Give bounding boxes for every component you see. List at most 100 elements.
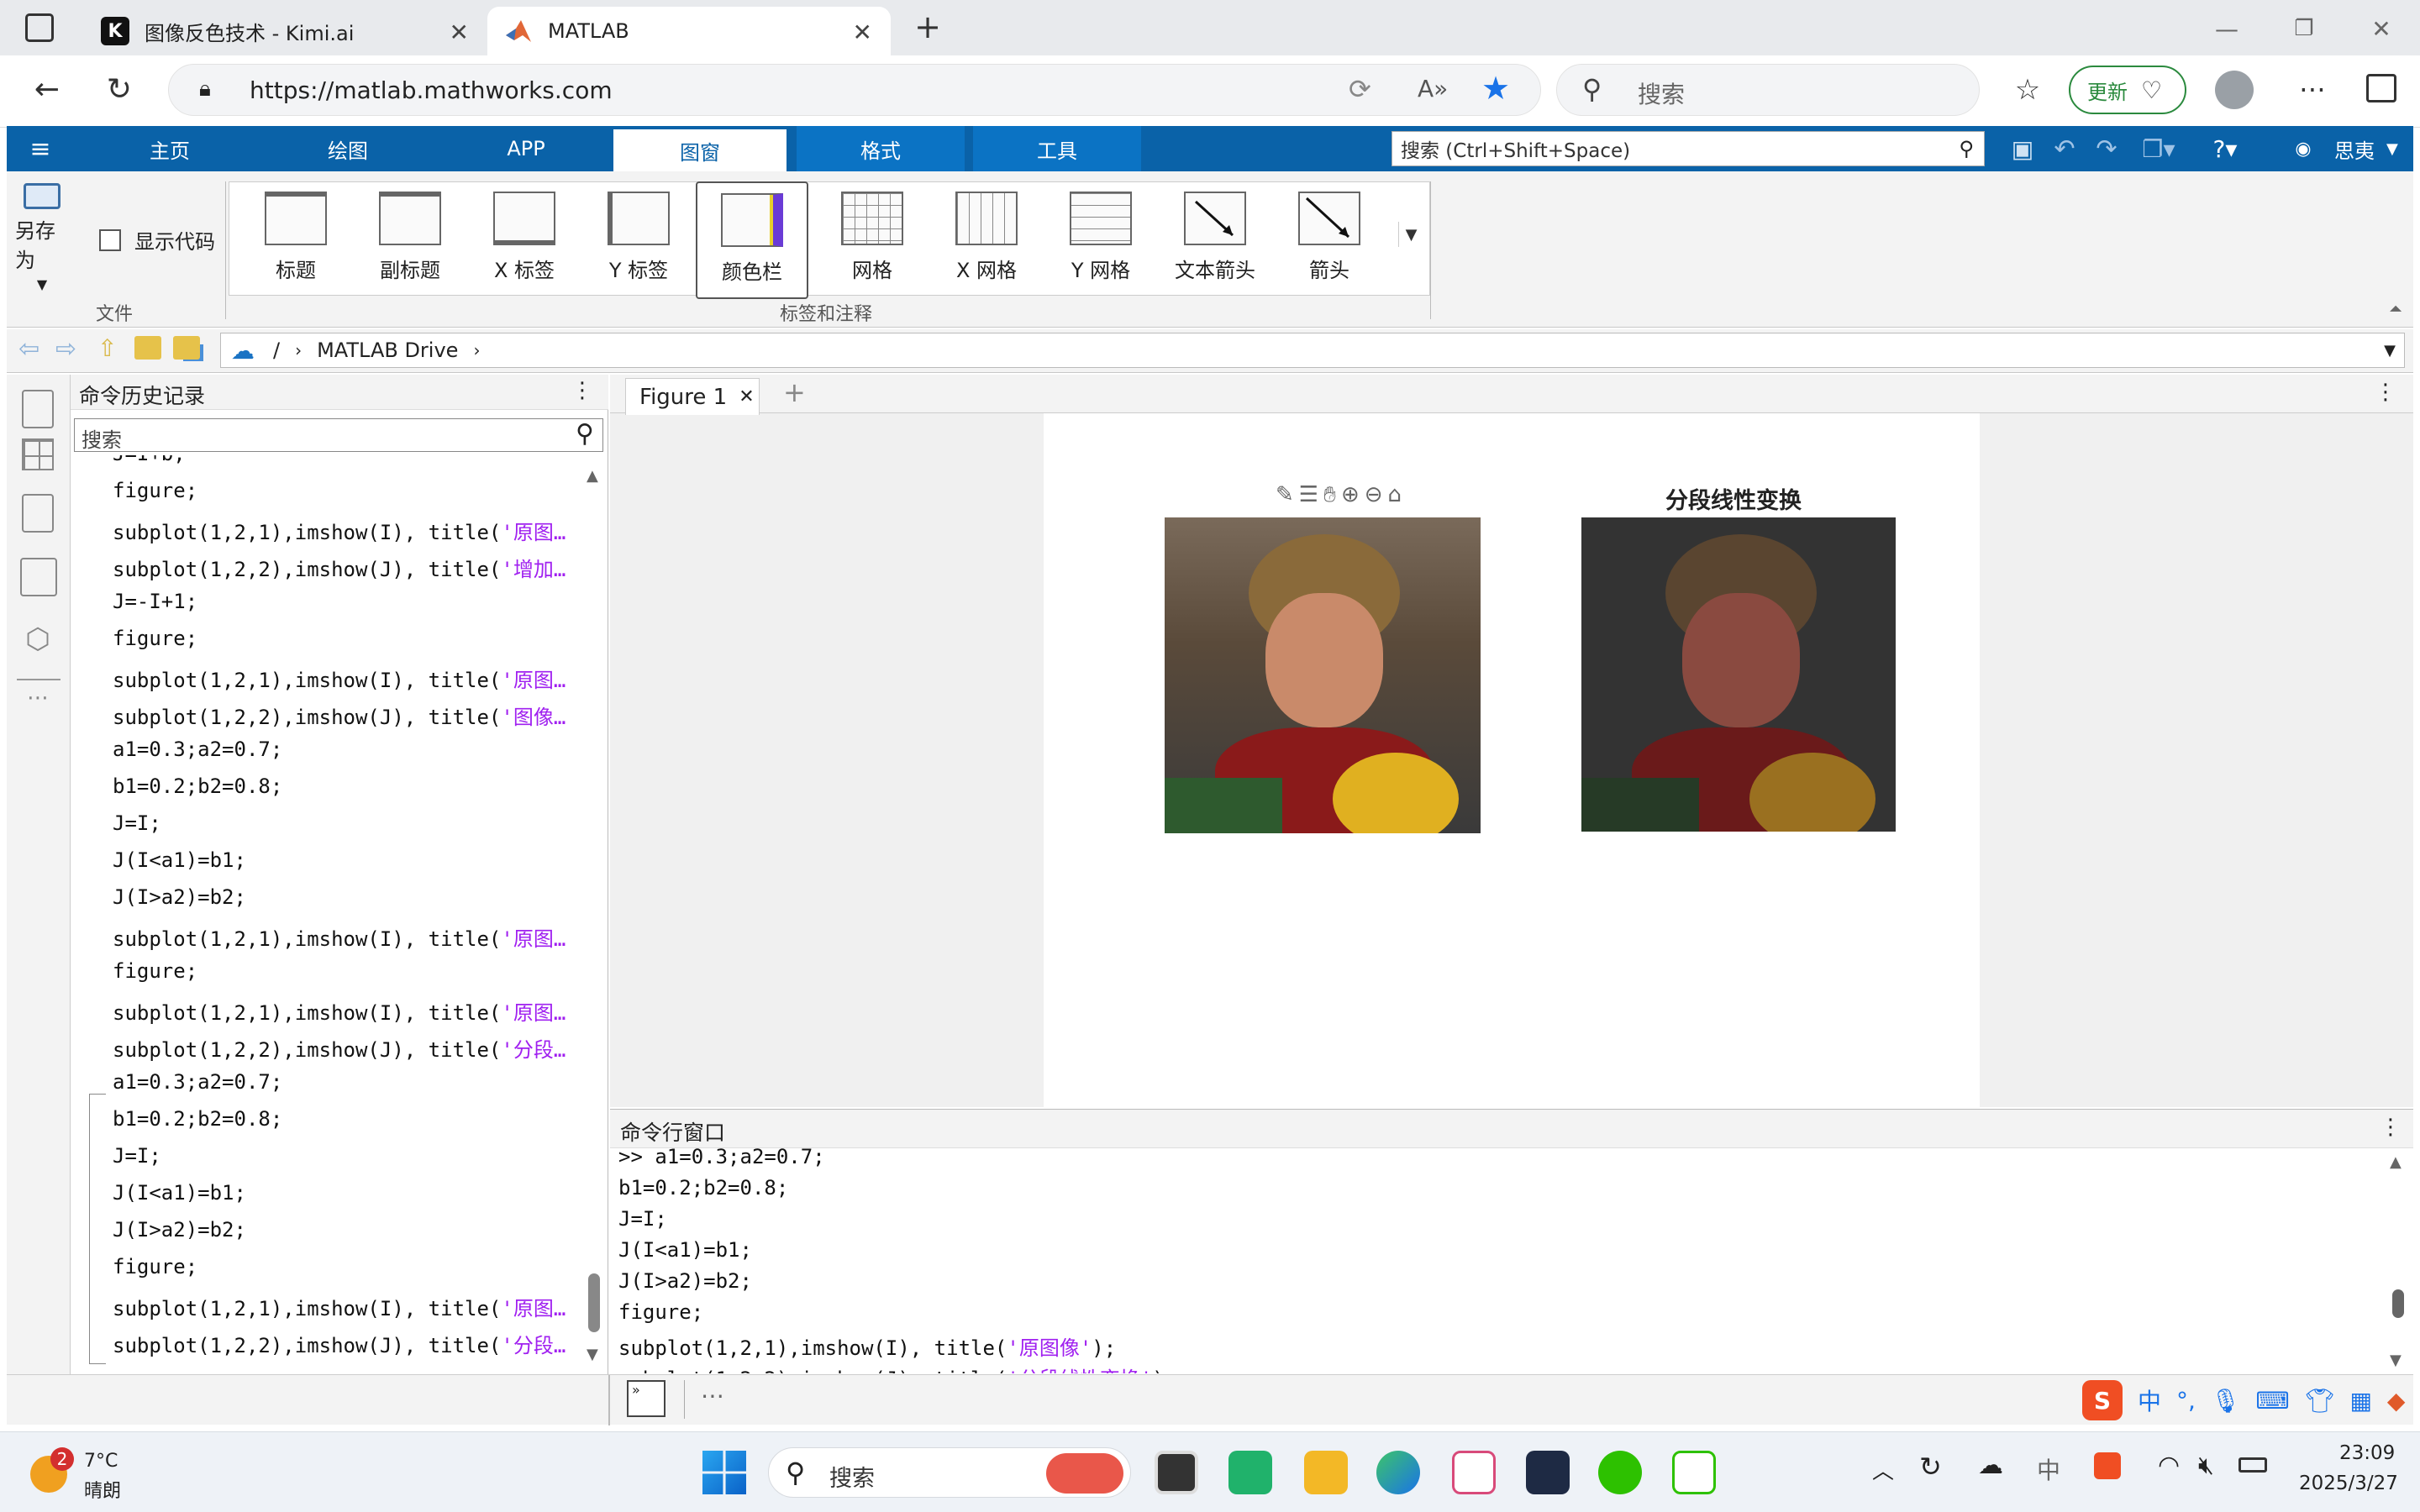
tab-actions-icon[interactable]	[25, 13, 54, 42]
browser-tab-kimi[interactable]: K 图像反色技术 - Kimi.ai ✕	[84, 7, 487, 55]
command-output[interactable]: >> a1=0.3;a2=0.7; b1=0.2;b2=0.8; J=I; J(I<a…	[610, 1147, 2383, 1373]
profile-avatar[interactable]	[2215, 71, 2254, 109]
taskbar-search[interactable]: ⚲ 搜索	[768, 1447, 1131, 1498]
save-icon[interactable]: ▣	[2008, 134, 2037, 163]
panel-menu-icon[interactable]: ⋮	[2380, 1115, 2402, 1140]
scroll-thumb[interactable]	[2392, 1289, 2404, 1318]
sogou-tray-icon[interactable]	[2094, 1452, 2121, 1479]
show-code-checkbox[interactable]: 显示代码	[99, 225, 215, 255]
weather-widget[interactable]: 2 7°C 晴朗	[30, 1446, 165, 1502]
snipping-tool-task-icon[interactable]	[1452, 1451, 1496, 1494]
file-explorer-task-icon[interactable]	[1155, 1451, 1198, 1494]
x-label-button[interactable]: X 标签	[474, 181, 575, 299]
notification-icon[interactable]: ◉	[2289, 134, 2317, 163]
panel-menu-icon[interactable]: ⋮	[2375, 380, 2396, 405]
history-entry[interactable]: subplot(1,2,2),imshow(J), title('分段…	[113, 1033, 566, 1063]
history-entry[interactable]: a1=0.3;a2=0.7;	[113, 1070, 282, 1094]
pan-icon[interactable]: ✋︎	[1323, 482, 1336, 508]
history-entry[interactable]: figure;	[113, 1255, 197, 1278]
editor-panel-icon[interactable]	[22, 494, 54, 533]
close-window-icon[interactable]: ✕	[2365, 12, 2398, 45]
subtitle-button[interactable]: 副标题	[360, 181, 460, 299]
path-dropdown-icon[interactable]: ▼	[2384, 342, 2396, 360]
data-tips-icon[interactable]: ✎	[1276, 482, 1294, 508]
microphone-icon[interactable]: 🎙︎	[2211, 1387, 2241, 1415]
addons-icon[interactable]: ⬡	[18, 620, 57, 659]
nav-back-icon[interactable]: ⇦	[18, 334, 39, 364]
collapse-toolstrip-icon[interactable]: ⏶	[2385, 297, 2407, 319]
text-arrow-button[interactable]: 文本箭头	[1165, 181, 1265, 299]
path-root[interactable]: /	[273, 339, 280, 362]
more-panels-icon[interactable]: ⋯	[18, 685, 57, 711]
new-folder-icon[interactable]	[134, 336, 161, 360]
history-entry[interactable]: J=I;	[113, 811, 161, 835]
tab-apps[interactable]: APP	[450, 126, 602, 171]
history-entry[interactable]: subplot(1,2,1),imshow(I), title('原图…	[113, 664, 566, 693]
help-icon[interactable]: ?▾	[2202, 133, 2249, 165]
tracking-icon[interactable]: ⟳	[1349, 73, 1371, 105]
history-entry[interactable]: subplot(1,2,2),imshow(J), title('增加…	[113, 553, 566, 582]
y-grid-button[interactable]: Y 网格	[1050, 181, 1151, 299]
command-history-icon[interactable]	[20, 558, 57, 596]
minimize-icon[interactable]: —	[2210, 12, 2244, 45]
history-entry[interactable]: b1=0.2;b2=0.8;	[113, 1107, 282, 1131]
history-entry[interactable]: figure;	[113, 479, 197, 502]
punctuation-icon[interactable]: °,	[2176, 1387, 2196, 1415]
grid-button[interactable]: 网格	[822, 181, 923, 299]
tray-ime[interactable]: 中	[2037, 1452, 2060, 1486]
history-entry[interactable]: subplot(1,2,1),imshow(I), title('原图…	[113, 1292, 566, 1321]
path-field[interactable]: ☁ / › MATLAB Drive › ▼	[220, 333, 2405, 368]
tray-overflow-icon[interactable]: ︿	[1872, 1454, 1894, 1485]
cloud-off-icon[interactable]: ☁	[1978, 1451, 2003, 1480]
favorites-icon[interactable]: ☆	[2008, 71, 2047, 109]
edge-task-icon[interactable]	[1376, 1451, 1420, 1494]
toolbox-icon[interactable]: ▦	[2349, 1387, 2371, 1415]
arrow-button[interactable]: 箭头	[1279, 181, 1380, 299]
brush-icon[interactable]: ☰	[1299, 482, 1318, 508]
browser-search-box[interactable]: ⚲ 搜索	[1556, 64, 1980, 116]
panel-menu-icon[interactable]: ⋮	[571, 378, 593, 403]
matlab-search-box[interactable]: 搜索 (Ctrl+Shift+Space) ⚲	[1392, 131, 1985, 166]
up-folder-icon[interactable]: ⇧	[97, 334, 117, 362]
sidebar-toggle-icon[interactable]	[2366, 74, 2396, 102]
folder-task-icon[interactable]	[1304, 1451, 1348, 1494]
history-entry[interactable]: J(I>a2)=b2;	[113, 885, 246, 909]
command-scrollbar[interactable]: ▲ ▼	[2388, 1153, 2408, 1370]
history-search-input[interactable]: 搜索 ⚲	[74, 418, 603, 452]
keyboard-icon[interactable]: ⌨	[2255, 1387, 2289, 1415]
more-menu-icon[interactable]: ⋯	[2294, 71, 2331, 108]
history-entry[interactable]: b1=0.2;b2=0.8;	[113, 774, 282, 798]
checkbox-box[interactable]	[99, 228, 121, 251]
favorite-star-icon[interactable]: ★	[1481, 70, 1510, 107]
scroll-up-icon[interactable]: ▲	[2390, 1153, 2402, 1171]
history-entry[interactable]: subplot(1,2,2),imshow(J), title('图像…	[113, 701, 566, 730]
history-entry[interactable]: subplot(1,2,1),imshow(I), title('原图…	[113, 922, 566, 952]
close-tab-icon[interactable]: ✕	[450, 18, 469, 46]
undo-icon[interactable]: ↶	[2050, 134, 2079, 164]
app-green-task-icon[interactable]	[1228, 1451, 1272, 1494]
sync-icon[interactable]: ↻	[1919, 1451, 1942, 1483]
close-tab-icon[interactable]: ✕	[853, 18, 872, 46]
volume-muted-icon[interactable]: 🔇︎	[2198, 1451, 2214, 1480]
command-prompt-icon[interactable]: »	[627, 1380, 666, 1417]
clock-date[interactable]: 2025/3/27	[2299, 1473, 2398, 1494]
history-entry[interactable]: J=I+b;	[113, 455, 186, 465]
history-entry[interactable]: J=-I+1;	[113, 590, 197, 613]
start-button[interactable]	[702, 1451, 746, 1494]
zoom-out-icon[interactable]: ⊖	[1365, 482, 1383, 508]
y-label-button[interactable]: Y 标签	[588, 181, 689, 299]
history-entry[interactable]: J(I>a2)=b2;	[113, 1218, 246, 1242]
refresh-icon[interactable]: ↻	[101, 71, 138, 108]
redo-icon[interactable]: ↷	[2092, 134, 2121, 164]
browse-folder-icon[interactable]	[173, 336, 200, 360]
history-entry[interactable]: figure;	[113, 627, 197, 650]
history-entry[interactable]: J(I<a1)=b1;	[113, 848, 246, 872]
read-aloud-icon[interactable]: A»	[1418, 75, 1448, 102]
scroll-up-icon[interactable]: ▲	[587, 467, 598, 485]
history-entry[interactable]: subplot(1,2,1),imshow(I), title('原图…	[113, 996, 566, 1026]
restore-icon[interactable]: ❐	[2287, 12, 2321, 45]
user-menu[interactable]: 思夷 ▼	[2334, 134, 2398, 163]
history-entry[interactable]: J=I;	[113, 1144, 161, 1168]
scroll-down-icon[interactable]: ▼	[2390, 1352, 2402, 1369]
dev-tool-task-icon[interactable]	[1526, 1451, 1570, 1494]
